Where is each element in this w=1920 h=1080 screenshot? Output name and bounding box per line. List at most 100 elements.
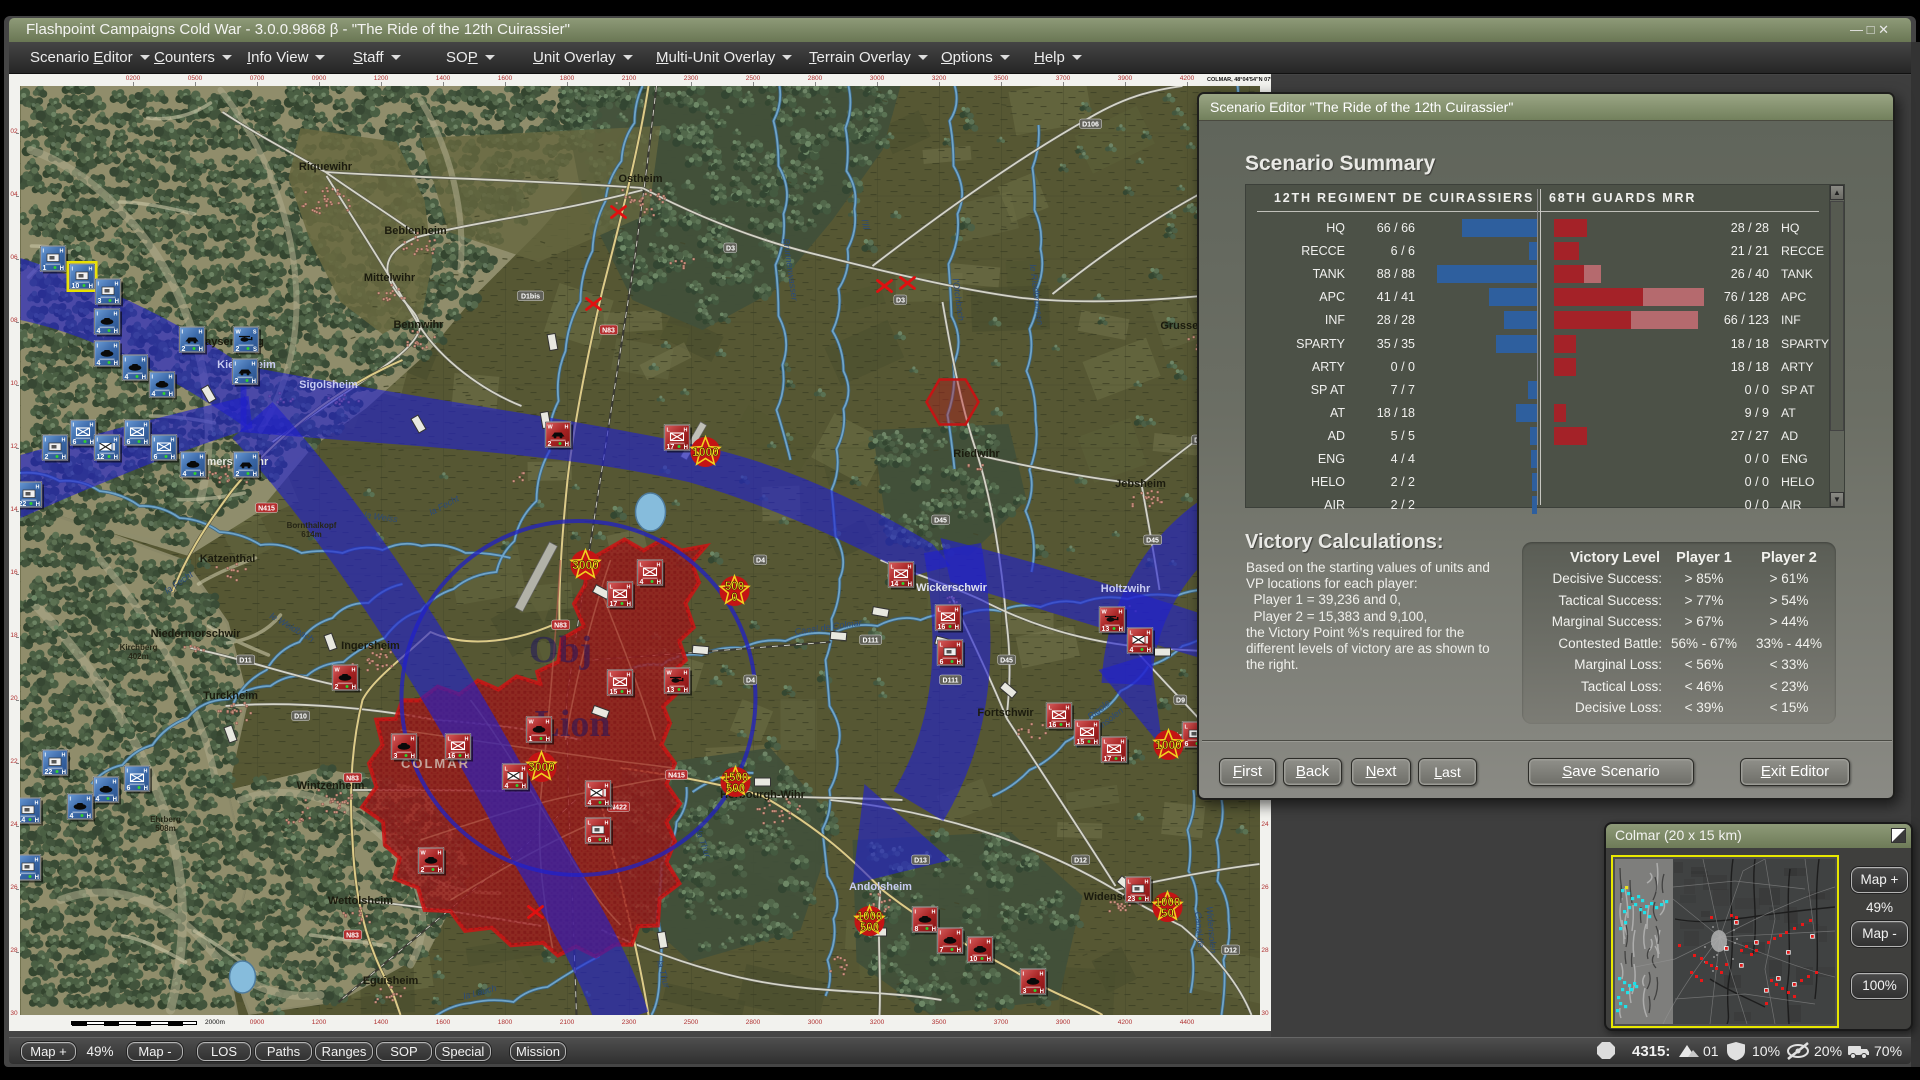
- svg-text:3: 3: [1022, 988, 1026, 995]
- svg-text:4: 4: [151, 391, 155, 398]
- svg-text:H: H: [656, 563, 660, 569]
- svg-text:17: 17: [1103, 756, 1111, 763]
- svg-text:H: H: [656, 580, 660, 586]
- svg-text:Beblenheim: Beblenheim: [384, 225, 447, 237]
- svg-text:D45: D45: [1000, 658, 1013, 665]
- svg-text:H: H: [683, 428, 687, 434]
- svg-text:Ostheim: Ostheim: [618, 173, 662, 185]
- svg-text:22: 22: [20, 501, 26, 508]
- svg-text:Wickerschwir: Wickerschwir: [916, 582, 988, 594]
- svg-text:H: H: [112, 780, 116, 786]
- svg-text:H: H: [410, 737, 414, 743]
- svg-text:H: H: [143, 769, 147, 775]
- svg-text:H: H: [604, 801, 608, 807]
- svg-text:H: H: [1146, 631, 1150, 637]
- svg-text:H: H: [113, 438, 117, 444]
- svg-text:H: H: [170, 455, 174, 461]
- svg-text:H: H: [198, 347, 202, 353]
- svg-text:S: S: [252, 330, 256, 336]
- svg-text:H: H: [604, 838, 608, 844]
- svg-text:H: H: [683, 671, 687, 677]
- svg-text:10%: 10%: [1752, 1043, 1780, 1059]
- svg-text:14: 14: [20, 817, 25, 824]
- svg-text:8: 8: [914, 926, 918, 933]
- svg-text:W: W: [547, 425, 553, 431]
- svg-text:H: H: [956, 931, 960, 937]
- svg-text:14: 14: [890, 581, 898, 588]
- svg-text:H: H: [626, 585, 630, 591]
- svg-text:3: 3: [97, 298, 101, 305]
- svg-text:H: H: [1118, 627, 1122, 633]
- svg-text:H: H: [521, 784, 525, 790]
- svg-text:N83: N83: [554, 623, 567, 630]
- svg-text:15: 15: [609, 689, 617, 696]
- svg-text:H: H: [198, 330, 202, 336]
- svg-text:H: H: [564, 425, 568, 431]
- svg-text:H: H: [113, 344, 117, 350]
- svg-text:2: 2: [234, 378, 238, 385]
- svg-text:4: 4: [587, 800, 591, 807]
- svg-text:H: H: [986, 957, 990, 963]
- svg-text:D4: D4: [756, 558, 765, 565]
- svg-text:22: 22: [44, 769, 52, 776]
- svg-text:Katzenthal: Katzenthal: [199, 553, 255, 565]
- svg-text:H: H: [1065, 723, 1069, 729]
- svg-text:2: 2: [420, 867, 424, 874]
- svg-text:N83: N83: [602, 328, 615, 335]
- svg-text:Ehrberg: Ehrberg: [150, 815, 181, 824]
- svg-text:H: H: [199, 472, 203, 478]
- svg-text:Andolsheim: Andolsheim: [849, 881, 912, 893]
- svg-text:H: H: [954, 625, 958, 631]
- svg-text:508m: 508m: [155, 824, 175, 833]
- svg-text:W: W: [1101, 610, 1107, 616]
- svg-text:H: H: [626, 673, 630, 679]
- svg-text:H: H: [143, 440, 147, 446]
- svg-text:D106: D106: [1082, 122, 1099, 129]
- svg-text:13: 13: [666, 687, 674, 694]
- svg-text:4: 4: [95, 796, 99, 803]
- svg-text:H: H: [34, 875, 38, 881]
- svg-text:16: 16: [447, 753, 455, 760]
- svg-text:H: H: [86, 814, 90, 820]
- svg-text:Ingersheim: Ingersheim: [341, 640, 400, 652]
- svg-text:H: H: [114, 282, 118, 288]
- svg-text:H: H: [35, 485, 39, 491]
- svg-text:H: H: [113, 329, 117, 335]
- svg-text:H: H: [1120, 757, 1124, 763]
- svg-text:H: H: [141, 358, 145, 364]
- svg-text:H: H: [626, 690, 630, 696]
- svg-text:W: W: [420, 851, 426, 857]
- svg-text:N415: N415: [668, 773, 685, 780]
- svg-text:D111: D111: [862, 638, 878, 645]
- svg-text:4: 4: [124, 374, 128, 381]
- svg-text:S: S: [252, 347, 256, 353]
- svg-text:614m: 614m: [301, 530, 321, 539]
- svg-text:H: H: [143, 786, 147, 792]
- svg-text:Sigolsheim: Sigolsheim: [299, 379, 358, 391]
- svg-text:H: H: [112, 797, 116, 803]
- svg-text:N415: N415: [258, 506, 275, 513]
- svg-text:Obj: Obj: [528, 629, 591, 671]
- svg-text:H: H: [168, 375, 172, 381]
- svg-text:6: 6: [587, 837, 591, 844]
- svg-text:H: H: [907, 565, 911, 571]
- svg-text:N83: N83: [346, 933, 359, 940]
- svg-text:H: H: [954, 608, 958, 614]
- svg-text:H: H: [931, 927, 935, 933]
- svg-text:H: H: [464, 737, 468, 743]
- svg-text:6: 6: [939, 659, 943, 666]
- svg-text:H: H: [351, 668, 355, 674]
- svg-text:D45: D45: [934, 518, 947, 525]
- svg-text:D1bis: D1bis: [520, 294, 539, 301]
- svg-text:H: H: [564, 442, 568, 448]
- svg-text:H: H: [626, 602, 630, 608]
- svg-text:H: H: [604, 784, 608, 790]
- svg-text:H: H: [521, 767, 525, 773]
- svg-text:D3: D3: [896, 298, 905, 305]
- svg-text:500: 500: [859, 922, 878, 934]
- svg-text:4: 4: [96, 328, 100, 335]
- svg-text:D10: D10: [294, 714, 307, 721]
- svg-text:500: 500: [725, 783, 744, 795]
- svg-text:7: 7: [20, 874, 22, 881]
- svg-text:H: H: [931, 910, 935, 916]
